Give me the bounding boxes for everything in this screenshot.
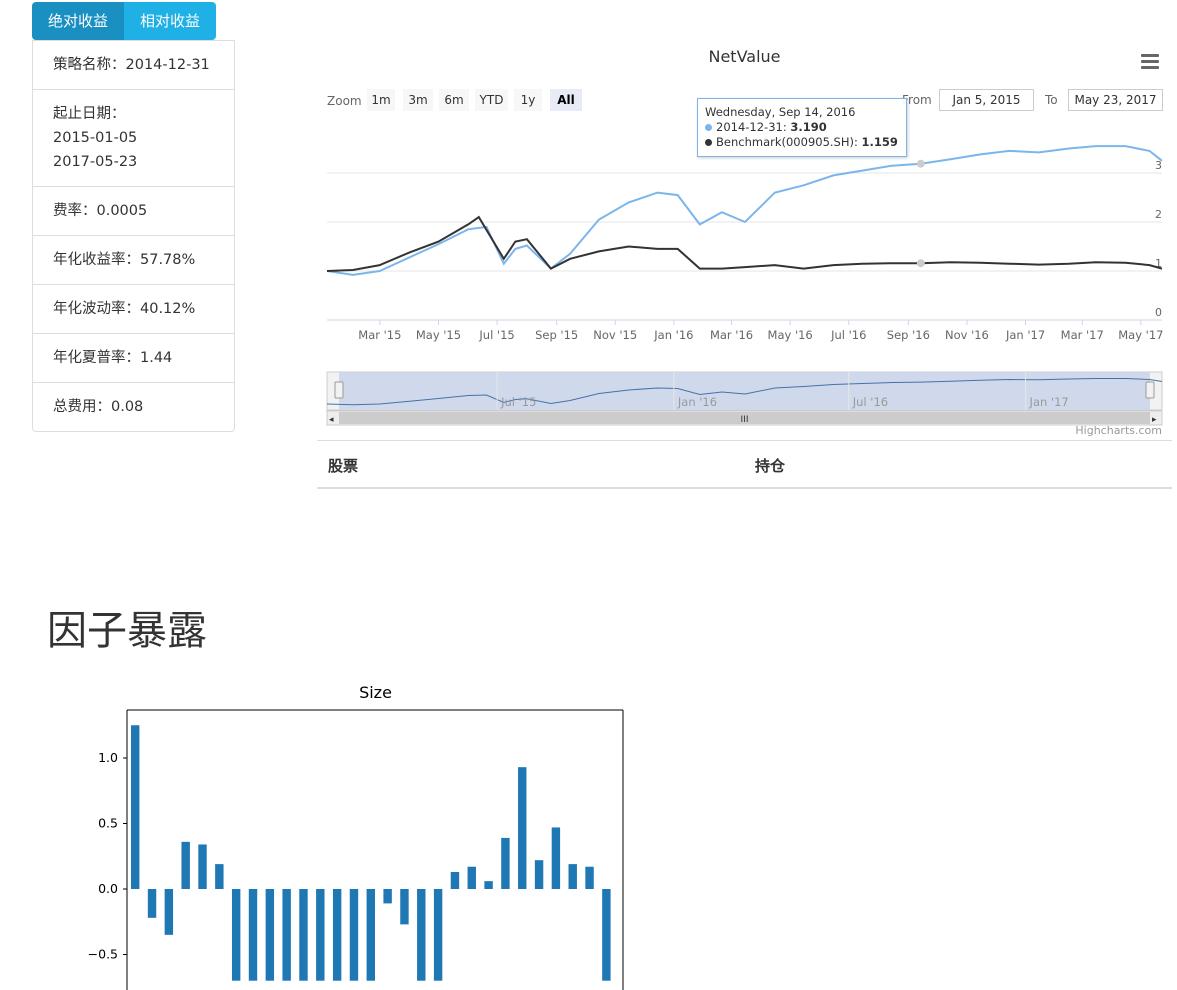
- start-date: 2015-01-05: [53, 130, 138, 146]
- sharpe-ratio: 年化夏普率：1.44: [33, 333, 234, 382]
- tab-relative-return[interactable]: 相对收益: [124, 2, 217, 40]
- chart-tooltip: Wednesday, Sep 14, 2016 2014-12-31: 3.19…: [697, 98, 907, 157]
- x-tick-label: May '15: [416, 328, 461, 342]
- x-tick-label: May '17: [1118, 328, 1163, 342]
- size-bar: [534, 860, 544, 889]
- end-date: 2017-05-23: [53, 154, 138, 170]
- col-position: 持仓: [755, 457, 786, 475]
- navigator-handle-left: [334, 381, 344, 399]
- x-tick-label: Mar '17: [1061, 328, 1104, 342]
- benchmark-line: [326, 215, 1163, 272]
- scroll-left-arrow: ◂: [329, 415, 334, 425]
- total-cost: 总费用：0.08: [33, 382, 234, 431]
- hover-marker: [916, 259, 925, 268]
- annual-volatility: 年化波动率：40.12%: [33, 284, 234, 333]
- date-range-label: 起止日期：: [53, 106, 126, 122]
- col-stock: 股票: [328, 457, 359, 475]
- strategy-line: [326, 145, 1163, 276]
- navigator-handle-right: [1145, 381, 1155, 399]
- size-bar: [181, 841, 190, 889]
- fee-rate: 费率：0.0005: [33, 186, 234, 235]
- size-bar: [400, 889, 409, 925]
- size-bar: [450, 871, 460, 889]
- strategy-info-panel: 策略名称：2014-12-31 起止日期： 2015-01-05 2017-05…: [32, 40, 235, 432]
- x-tick-label: Jan '16: [653, 328, 693, 342]
- y-tick-label: 2: [1155, 208, 1162, 221]
- date-range: 起止日期： 2015-01-05 2017-05-23: [33, 89, 234, 186]
- strategy-name: 策略名称：2014-12-31: [53, 57, 210, 73]
- size-bar: [585, 866, 594, 889]
- x-tick-label: Mar '15: [358, 328, 401, 342]
- size-bar: [568, 864, 577, 889]
- size-bar: [518, 767, 527, 889]
- size-bar: [131, 725, 140, 889]
- hover-marker: [916, 159, 925, 168]
- highcharts-credits[interactable]: Highcharts.com: [1075, 424, 1162, 437]
- x-tick-label: Jul '15: [478, 328, 514, 342]
- tab-absolute-return[interactable]: 绝对收益: [32, 2, 125, 40]
- annual-return: 年化收益率：57.78%: [33, 235, 234, 284]
- size-bar: [383, 889, 392, 904]
- size-bar: [215, 864, 224, 889]
- navigator-tick-label: Jan '17: [1029, 395, 1069, 409]
- tooltip-series2: Benchmark(000905.SH): 1.159: [705, 135, 899, 150]
- size-bar: [467, 866, 476, 889]
- size-bar: [147, 889, 157, 918]
- navigator-tick-label: Jan '16: [677, 395, 717, 409]
- x-tick-label: Sep '16: [887, 328, 930, 342]
- y-tick-label: 0.5: [98, 816, 118, 831]
- x-tick-label: Jul '16: [830, 328, 866, 342]
- y-tick-label: 1.0: [98, 750, 118, 765]
- scrollbar-grip: III: [741, 415, 749, 425]
- size-bar: [164, 889, 174, 935]
- holdings-table: 股票 持仓: [317, 440, 1172, 489]
- size-bar: [501, 837, 510, 889]
- x-tick-label: Mar '16: [710, 328, 753, 342]
- navigator-tick-label: Jul '15: [500, 395, 536, 409]
- factor-exposure-title: 因子暴露: [47, 608, 207, 654]
- x-tick-label: Jan '17: [1005, 328, 1045, 342]
- tooltip-series1: 2014-12-31: 3.190: [705, 120, 899, 135]
- size-bar-chart: 1.0 0.5 0.0 −0.5: [88, 709, 624, 990]
- x-tick-label: Nov '16: [945, 328, 989, 342]
- navigator-tick-label: Jul '16: [852, 395, 888, 409]
- navigator-selection: [339, 372, 1150, 410]
- return-tabs: 绝对收益 相对收益: [32, 2, 217, 40]
- tooltip-date: Wednesday, Sep 14, 2016: [705, 105, 856, 119]
- x-tick-label: Sep '15: [535, 328, 578, 342]
- x-tick-label: Nov '15: [593, 328, 637, 342]
- y-tick-label: 0.0: [98, 881, 118, 896]
- netvalue-chart: NetValue Zoom 1m 3m 6m YTD 1y All From J…: [317, 40, 1172, 438]
- y-tick-label: −0.5: [88, 947, 118, 962]
- y-tick-label: 0: [1155, 306, 1162, 319]
- size-bar: [551, 827, 561, 889]
- size-bar: [484, 881, 493, 889]
- size-bar: [198, 844, 207, 889]
- x-tick-label: May '16: [768, 328, 813, 342]
